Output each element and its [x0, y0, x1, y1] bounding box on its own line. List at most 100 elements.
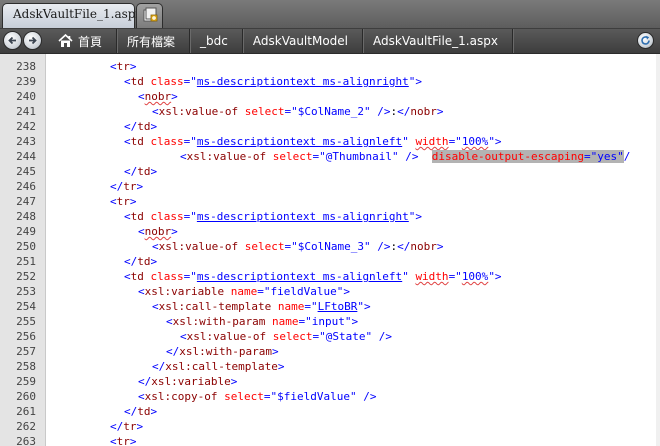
- code-token: class: [150, 210, 184, 223]
- line-text: </td>: [124, 254, 157, 269]
- code-token: ms-descriptiontext ms-alignright: [196, 75, 409, 88]
- code-token: " />: [363, 105, 391, 118]
- breadcrumb-item-all-files[interactable]: 所有檔案: [125, 29, 177, 53]
- code-token: =": [448, 270, 462, 283]
- line-text: <xsl:value-of select="@Thumbnail" /> dis…: [180, 149, 630, 164]
- breadcrumb-separator: [116, 29, 118, 53]
- code-line[interactable]: 248 <td class="ms-descriptiontext ms-alig…: [0, 209, 660, 224]
- code-token: ms-descriptiontext ms-alignleft: [196, 270, 403, 283]
- vertical-scrollbar[interactable]: [656, 54, 660, 446]
- code-token: td: [137, 255, 151, 268]
- line-number: 261: [16, 405, 36, 418]
- line-number: 244: [16, 150, 36, 163]
- code-token: =": [263, 390, 278, 403]
- new-tab-icon: [142, 7, 158, 27]
- code-line[interactable]: 263 <tr>: [0, 434, 660, 446]
- code-token: </: [397, 240, 411, 253]
- line-number: 238: [16, 60, 36, 73]
- code-token: class: [150, 270, 184, 283]
- code-token: yes: [597, 150, 618, 163]
- line-text: <td class="ms-descriptiontext ms-alignri…: [124, 74, 422, 89]
- breadcrumb-separator: [241, 29, 243, 53]
- code-line[interactable]: 262 </tr>: [0, 419, 660, 434]
- arrow-right-icon: [29, 36, 37, 45]
- line-number: 253: [16, 285, 36, 298]
- refresh-button[interactable]: [637, 32, 654, 49]
- code-token: @State: [325, 330, 366, 343]
- back-button[interactable]: [3, 31, 22, 50]
- code-line[interactable]: 254 <xsl:call-template name="LFtoBR">: [0, 299, 660, 314]
- code-line[interactable]: 242 </td>: [0, 119, 660, 134]
- code-token: td: [130, 135, 151, 148]
- code-line[interactable]: 259 </xsl:variable>: [0, 374, 660, 389]
- code-token: name: [277, 300, 305, 313]
- breadcrumb-item-current-file[interactable]: AdskVaultFile_1.aspx: [371, 29, 500, 53]
- code-token: xsl:call-template: [165, 360, 278, 373]
- code-token: </: [110, 420, 124, 433]
- code-token: " />: [391, 150, 432, 163]
- code-token: xsl:with-param: [179, 345, 272, 358]
- code-line[interactable]: 251 </td>: [0, 254, 660, 269]
- breadcrumb-home[interactable]: 首頁: [44, 29, 104, 53]
- forward-button[interactable]: [23, 31, 42, 50]
- breadcrumb-item-adskvaultmodel[interactable]: AdskVaultModel: [251, 29, 350, 53]
- line-text: <xsl:variable name="fieldValue">: [138, 284, 350, 299]
- breadcrumb-item-bdc[interactable]: _bdc: [198, 29, 230, 53]
- code-token: <: [110, 435, 117, 446]
- code-token: <: [110, 60, 117, 73]
- line-text: <tr>: [110, 194, 137, 209]
- code-line[interactable]: 252 <td class="ms-descriptiontext ms-alig…: [0, 269, 660, 284]
- code-token: >: [129, 435, 137, 446]
- code-token: xsl:value-of: [186, 150, 273, 163]
- line-number: 246: [16, 180, 36, 193]
- arrow-left-icon: [8, 36, 16, 45]
- line-text: </td>: [124, 164, 157, 179]
- code-line[interactable]: 257 </xsl:with-param>: [0, 344, 660, 359]
- code-token: <: [152, 105, 159, 118]
- line-text: </tr>: [110, 419, 143, 434]
- code-token: =": [312, 330, 326, 343]
- code-token: td: [137, 405, 151, 418]
- breadcrumb: 首頁 所有檔案 _bdc AdskVaultModel AdskVaultFil…: [44, 29, 521, 53]
- code-line[interactable]: 250 <xsl:value-of select="$ColName_3" />:…: [0, 239, 660, 254]
- new-tab-button[interactable]: [136, 3, 163, 28]
- code-token: disable-output-escaping: [431, 150, 585, 163]
- code-line[interactable]: 245 </td>: [0, 164, 660, 179]
- code-token: xsl:copy-of: [144, 390, 225, 403]
- code-line[interactable]: 240 <nobr>: [0, 89, 660, 104]
- line-number: 239: [16, 75, 36, 88]
- code-line[interactable]: 241 <xsl:value-of select="$ColName_2" />:…: [0, 104, 660, 119]
- line-number: 255: [16, 315, 36, 328]
- breadcrumb-item-label: 所有檔案: [127, 34, 176, 49]
- line-text: <xsl:value-of select="$ColName_3" />:</n…: [152, 239, 443, 254]
- code-line[interactable]: 243 <td class="ms-descriptiontext ms-alig…: [0, 134, 660, 149]
- code-line[interactable]: 246 </tr>: [0, 179, 660, 194]
- code-line[interactable]: 255 <xsl:with-param name="input">: [0, 314, 660, 329]
- code-editor[interactable]: 238 <tr> 239 <td class="ms-descriptiontext …: [0, 54, 660, 446]
- code-token: class: [150, 75, 184, 88]
- code-token: >: [150, 120, 158, 133]
- code-line[interactable]: 261 </td>: [0, 404, 660, 419]
- code-token: </: [138, 375, 152, 388]
- line-number: 240: [16, 90, 36, 103]
- code-line[interactable]: 249 <nobr>: [0, 224, 660, 239]
- code-token: </: [152, 360, 166, 373]
- line-text: <tr>: [110, 59, 137, 74]
- code-token: ">: [357, 300, 371, 313]
- code-line[interactable]: 256 <xsl:value-of select="@State" />: [0, 329, 660, 344]
- code-line[interactable]: 238 <tr>: [0, 59, 660, 74]
- line-text: <xsl:copy-of select="$fieldValue" />: [138, 389, 376, 404]
- code-token: select: [224, 390, 264, 403]
- code-line[interactable]: 239 <td class="ms-descriptiontext ms-alig…: [0, 74, 660, 89]
- code-line[interactable]: 247 <tr>: [0, 194, 660, 209]
- code-line[interactable]: 253 <xsl:variable name="fieldValue">: [0, 284, 660, 299]
- code-line[interactable]: 260 <xsl:copy-of select="$fieldValue" />: [0, 389, 660, 404]
- breadcrumb-separator: [189, 29, 191, 53]
- tab-adskvaultfile[interactable]: AdskVaultFile_1.aspx *: [2, 3, 152, 28]
- line-text: </xsl:variable>: [138, 374, 237, 389]
- code-line[interactable]: 244 <xsl:value-of select="@Thumbnail" /> …: [0, 149, 660, 164]
- code-token: </: [397, 105, 411, 118]
- code-token: select: [244, 105, 285, 118]
- code-line[interactable]: 258 </xsl:call-template>: [0, 359, 660, 374]
- code-token: td: [137, 120, 151, 133]
